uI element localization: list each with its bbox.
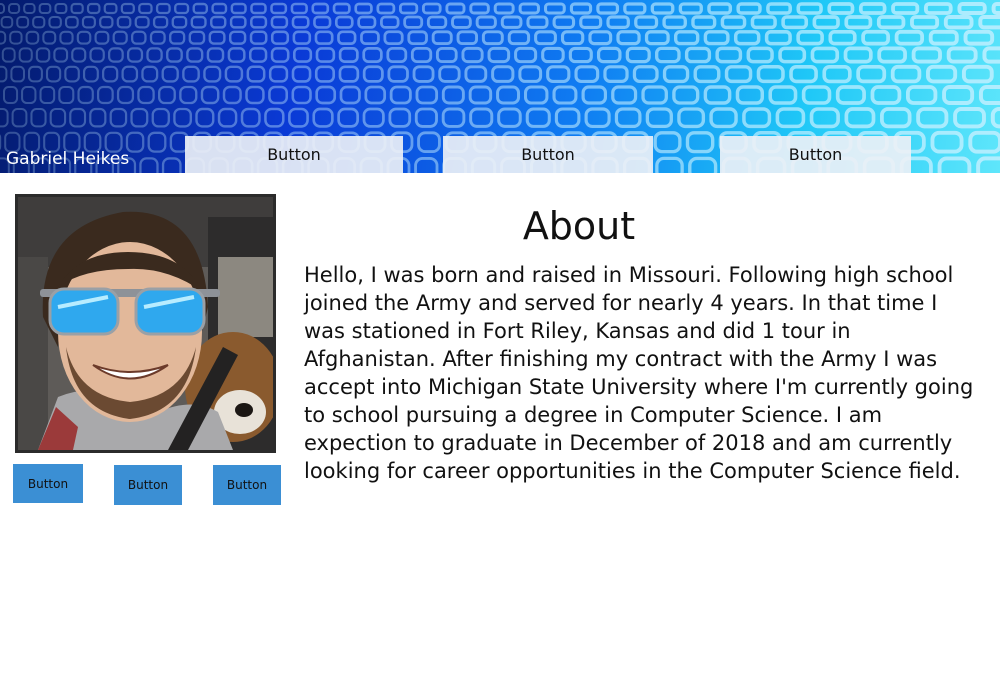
site-title: Gabriel Heikes [6,149,130,169]
nav-button-2-label: Button [521,145,575,164]
nav-button-2[interactable]: Button [443,136,653,173]
about-heading: About [522,204,636,248]
nav-button-1[interactable]: Button [185,136,403,173]
profile-button-1-label: Button [27,476,69,491]
header-banner: Gabriel Heikes Button Button Button [0,0,1000,173]
profile-button-2[interactable]: Button [114,465,182,505]
about-paragraph: Hello, I was born and raised in Missouri… [304,263,974,483]
nav-button-3-label: Button [788,145,843,164]
profile-photo [15,194,276,453]
nav-button-3[interactable]: Button [720,136,911,173]
profile-button-1[interactable]: Button [13,464,83,503]
profile-photo-illustration [18,197,273,450]
profile-button-3-label: Button [226,478,268,492]
nav-button-1-label: Button [267,145,321,164]
profile-button-3[interactable]: Button [213,465,281,505]
profile-button-2-label: Button [127,478,169,492]
